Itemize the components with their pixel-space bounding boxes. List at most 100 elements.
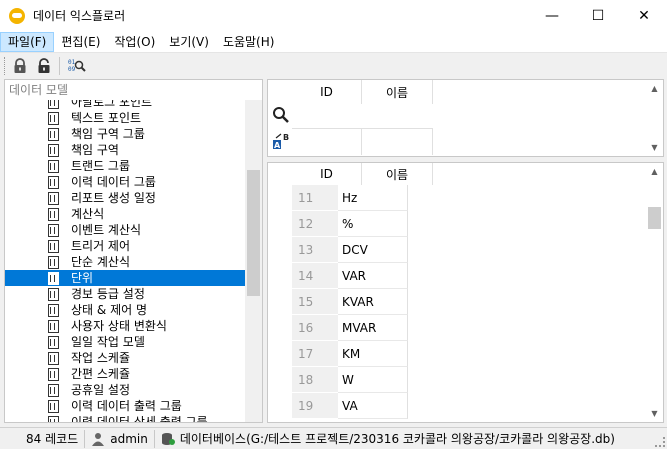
menu-task[interactable]: 작업(O) [107, 32, 162, 52]
toolbar: 01 09 [0, 53, 667, 79]
tree-item-holiday[interactable]: 공휴일 설정 [5, 382, 245, 398]
tree-item-simple-formula[interactable]: 단순 계산식 [5, 254, 245, 270]
table-icon [48, 303, 59, 317]
toolbar-grip[interactable] [4, 57, 7, 75]
tree-item-event-formula[interactable]: 이벤트 계산식 [5, 222, 245, 238]
search-scrollbar[interactable]: ▲ ▼ [646, 80, 663, 156]
table-icon [48, 271, 59, 285]
row-name[interactable]: VA [338, 393, 408, 419]
tree-item-daily-model[interactable]: 일일 작업 모델 [5, 334, 245, 350]
search-id-cell[interactable] [292, 129, 362, 155]
column-header-name[interactable]: 이름 [362, 163, 433, 185]
unlock-icon[interactable] [33, 55, 55, 77]
tree-item-schedule[interactable]: 작업 스케쥴 [5, 350, 245, 366]
table-row[interactable]: 13 DCV [292, 237, 408, 263]
search-grid: ID 이름 [292, 80, 433, 155]
search-tools: AB [268, 80, 292, 156]
row-id: 12 [292, 211, 338, 237]
row-id: 14 [292, 263, 338, 289]
row-name[interactable]: % [338, 211, 408, 237]
table-row[interactable]: 14 VAR [292, 263, 408, 289]
tree-item-label: 아날로그 포인트 [71, 100, 153, 109]
tree-item-label: 계산식 [71, 207, 105, 221]
tree-item-user-state[interactable]: 사용자 상태 변환식 [5, 318, 245, 334]
tree-item-label: 책임 구역 그룹 [71, 127, 145, 141]
row-name[interactable]: DCV [338, 237, 408, 263]
menu-edit[interactable]: 편집(E) [54, 32, 107, 52]
toolbar-separator [59, 57, 60, 75]
close-button[interactable]: ✕ [621, 0, 667, 31]
table-row[interactable]: 11 Hz [292, 185, 408, 211]
table-icon [48, 367, 59, 381]
table-row[interactable]: 16 MVAR [292, 315, 408, 341]
column-header-id[interactable]: ID [292, 163, 362, 185]
tree-item-label: 리포트 생성 일정 [71, 191, 156, 205]
search-icon[interactable] [272, 106, 290, 124]
tree-item-area[interactable]: 책임 구역 [5, 142, 245, 158]
row-name[interactable]: W [338, 367, 408, 393]
menu-file[interactable]: 파일(F) [0, 31, 55, 52]
resize-grip-icon[interactable] [655, 437, 665, 447]
tree-item-report-schedule[interactable]: 리포트 생성 일정 [5, 190, 245, 206]
tree-item-alarm-level[interactable]: 경보 등급 설정 [5, 286, 245, 302]
search-input-row[interactable] [292, 128, 433, 155]
tree-item-trigger-control[interactable]: 트리거 제어 [5, 238, 245, 254]
scroll-up-arrow[interactable]: ▲ [646, 80, 663, 97]
scrollbar-thumb[interactable] [247, 170, 260, 296]
tree-item-history-output[interactable]: 이력 데이터 출력 그룹 [5, 398, 245, 414]
tree-item-label: 이력 데이터 그룹 [71, 175, 156, 189]
tree-scrollbar[interactable] [245, 100, 262, 422]
unit-table-header: ID 이름 [292, 163, 433, 185]
tree-item-label: 텍스트 포인트 [71, 111, 142, 125]
svg-text:01: 01 [68, 59, 76, 66]
table-row[interactable]: 19 VA [292, 393, 408, 419]
table-row[interactable]: 12% [292, 211, 408, 237]
row-name[interactable]: Hz [338, 185, 408, 211]
row-name[interactable]: VAR [338, 263, 408, 289]
tree-item-unit[interactable]: 단위 [5, 270, 245, 286]
table-row[interactable]: 17 KM [292, 341, 408, 367]
table-icon [48, 399, 59, 413]
table-icon [48, 143, 59, 157]
svg-text:B: B [283, 133, 289, 142]
tree-item-label: 이력 데이터 출력 그룹 [71, 399, 182, 413]
record-count: 84 레코드 [0, 429, 86, 448]
tree-item-analog-point[interactable]: 아날로그 포인트 [5, 100, 245, 110]
tree-item-history-detail-output[interactable]: 이력 데이터 상세 출력 그룹 [5, 414, 245, 422]
column-header-name[interactable]: 이름 [362, 80, 433, 104]
unit-table-scrollbar[interactable]: ▲ ▼ [646, 163, 663, 422]
unit-table-panel: ID 이름 11 Hz 12% 13 DCV 14 VAR 15 KVAR 16 MVAR… [267, 162, 664, 423]
table-row[interactable]: 18 W [292, 367, 408, 393]
tree-item-state-control[interactable]: 상태 & 제어 명 [5, 302, 245, 318]
panel-header: 데이터 모델 [9, 83, 69, 97]
menu-help[interactable]: 도움말(H) [216, 32, 282, 52]
lock-icon[interactable] [9, 55, 31, 77]
column-header-id[interactable]: ID [292, 80, 362, 104]
table-row[interactable]: 15 KVAR [292, 289, 408, 315]
find-id-icon[interactable]: 01 09 [66, 55, 88, 77]
tree-item-text-point[interactable]: 텍스트 포인트 [5, 110, 245, 126]
scroll-up-arrow[interactable]: ▲ [646, 163, 663, 180]
row-name[interactable]: MVAR [338, 315, 408, 341]
menu-view[interactable]: 보기(V) [162, 32, 216, 52]
row-name[interactable]: KVAR [338, 289, 408, 315]
row-name[interactable]: KM [338, 341, 408, 367]
minimize-button[interactable]: — [529, 0, 575, 31]
scroll-down-arrow[interactable]: ▼ [646, 139, 663, 156]
tree-item-trend-group[interactable]: 트랜드 그룹 [5, 158, 245, 174]
svg-text:A: A [274, 141, 281, 150]
tree-item-simple-schedule[interactable]: 간편 스케쥴 [5, 366, 245, 382]
scrollbar-thumb[interactable] [648, 207, 661, 229]
sort-az-icon[interactable]: AB [272, 132, 290, 150]
window-controls: — ☐ ✕ [529, 0, 667, 31]
menu-bar: 파일(F) 편집(E) 작업(O) 보기(V) 도움말(H) [0, 31, 667, 53]
tree-item-history-group[interactable]: 이력 데이터 그룹 [5, 174, 245, 190]
scroll-down-arrow[interactable]: ▼ [646, 405, 663, 422]
tree-item-area-group[interactable]: 책임 구역 그룹 [5, 126, 245, 142]
tree-item-label: 단순 계산식 [71, 255, 131, 269]
row-id: 17 [292, 341, 338, 367]
row-id: 18 [292, 367, 338, 393]
maximize-button[interactable]: ☐ [575, 0, 621, 31]
tree-item-formula[interactable]: 계산식 [5, 206, 245, 222]
search-name-cell[interactable] [362, 129, 433, 155]
